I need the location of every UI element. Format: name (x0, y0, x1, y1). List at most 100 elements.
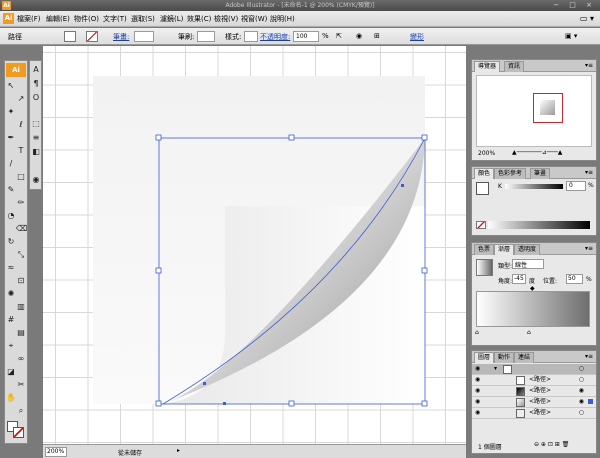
eye-icon[interactable]: ◉ (475, 364, 480, 374)
gradient-tool-icon[interactable]: ▤ (16, 328, 26, 338)
blob-brush-tool-icon[interactable]: ◔ (6, 211, 16, 221)
tab-transparency[interactable]: 透明度 (514, 244, 541, 255)
panel-menu-icon[interactable]: ▾≡ (585, 353, 593, 360)
stroke-link[interactable]: 筆畫: (113, 32, 129, 42)
selection-tool-icon[interactable]: ↖ (6, 81, 16, 91)
eyedropper-tool-icon[interactable]: ⌖ (6, 341, 16, 351)
graphic-style-icon[interactable]: ◉ (356, 32, 362, 40)
tab-layers[interactable]: 圖層 (474, 352, 495, 363)
eye-icon[interactable]: ◉ (475, 397, 480, 407)
menu-view[interactable]: 檢視(V) (214, 14, 238, 24)
pen-tool-icon[interactable]: ✒ (6, 133, 16, 143)
tab-navigator[interactable]: 導覽器 (474, 61, 501, 72)
list-item[interactable]: ◉ <路徑> ◉ (472, 386, 596, 397)
character-icon[interactable]: A (31, 65, 41, 75)
eye-icon[interactable]: ◉ (475, 375, 480, 385)
live-paint-tool-icon[interactable]: ◪ (6, 367, 16, 377)
list-item[interactable]: ◉ <路徑> ○ (472, 408, 596, 419)
tab-color[interactable]: 顏色 (474, 168, 495, 179)
stroke-swatch[interactable] (86, 31, 98, 42)
target-icon[interactable]: ○ (579, 375, 584, 385)
opacity-link[interactable]: 不透明度: (260, 32, 290, 42)
gradient-type-select[interactable]: 線性 (512, 259, 544, 269)
opacity-field[interactable]: 100 (293, 31, 319, 42)
tab-info[interactable]: 資訊 (504, 61, 525, 72)
zoom-field[interactable]: 200% (45, 447, 67, 457)
menu-window[interactable]: 視窗(W) (241, 14, 267, 24)
brush-picker[interactable] (197, 31, 215, 42)
eraser-tool-icon[interactable]: ⌫ (16, 224, 27, 234)
free-transform-tool-icon[interactable]: ⊡ (16, 276, 26, 286)
panel-menu-icon[interactable]: ▣ ▾ (565, 32, 577, 40)
status-arrow-icon[interactable]: ▸ (177, 447, 180, 454)
gradient-preview[interactable] (476, 259, 493, 276)
zoom-tool-icon[interactable]: ⌕ (16, 406, 26, 416)
workspace-icon[interactable]: ▭ ▾ (580, 14, 594, 23)
blend-tool-icon[interactable]: ∞ (16, 354, 26, 364)
layer-row[interactable]: ◉ ▾ ○ (472, 364, 596, 375)
paintbrush-tool-icon[interactable]: ✎ (6, 185, 16, 195)
expand-icon[interactable]: ▾ (494, 364, 497, 374)
tab-color-guide[interactable]: 色彩參考 (494, 168, 527, 179)
menu-file[interactable]: 檔案(F) (17, 14, 41, 24)
opentype-icon[interactable]: O (31, 93, 41, 103)
warp-tool-icon[interactable]: ≈ (6, 263, 16, 273)
menu-select[interactable]: 選取(S) (131, 14, 155, 24)
recolor-icon[interactable]: ⇱ (336, 32, 342, 40)
midpoint-marker[interactable]: ◆ (530, 285, 535, 292)
menu-type[interactable]: 文字(T) (103, 14, 127, 24)
position-field[interactable]: 50 (566, 274, 583, 284)
scissors-tool-icon[interactable]: ✂ (16, 380, 26, 390)
eye-icon[interactable]: ◉ (475, 386, 480, 396)
panel-menu-icon[interactable]: ▾≡ (585, 245, 593, 252)
tab-stroke[interactable]: 筆畫 (530, 168, 551, 179)
tab-links[interactable]: 連結 (514, 352, 535, 363)
lasso-tool-icon[interactable]: ℓ (16, 120, 26, 130)
paragraph-icon[interactable]: ¶ (31, 79, 41, 89)
menu-effect[interactable]: 效果(C) (187, 14, 211, 24)
navigator-zoom[interactable]: 200% (478, 150, 495, 157)
tab-actions[interactable]: 動作 (494, 352, 515, 363)
stroke-color-icon[interactable] (13, 427, 24, 438)
gradient-slider[interactable] (476, 291, 590, 327)
color-ramp[interactable] (488, 221, 590, 229)
line-tool-icon[interactable]: / (6, 159, 16, 169)
stroke-weight-field[interactable] (134, 31, 154, 42)
menu-help[interactable]: 說明(H) (270, 14, 295, 24)
pencil-tool-icon[interactable]: ✏ (16, 198, 26, 208)
magic-wand-tool-icon[interactable]: ✦ (6, 107, 16, 117)
symbol-sprayer-tool-icon[interactable]: ✺ (6, 289, 16, 299)
angle-field[interactable]: -45 (512, 274, 526, 284)
menu-object[interactable]: 物件(O) (74, 14, 99, 24)
eye-icon[interactable]: ◉ (475, 408, 480, 418)
hand-tool-icon[interactable]: ✋ (6, 393, 16, 403)
graph-tool-icon[interactable]: ▥ (16, 302, 26, 312)
target-icon[interactable]: ◉ (579, 397, 584, 407)
panel-menu-icon[interactable]: ▾≡ (585, 62, 593, 69)
type-tool-icon[interactable]: T (16, 146, 26, 156)
list-item[interactable]: ◉ <路徑> ○ (472, 375, 596, 386)
target-icon[interactable]: ◉ (579, 386, 584, 396)
k-value[interactable]: 0 (566, 181, 586, 191)
fill-swatch[interactable] (64, 31, 76, 42)
fill-indicator[interactable] (476, 182, 489, 195)
k-slider[interactable] (505, 184, 563, 189)
style-picker[interactable] (244, 31, 258, 42)
zoom-slider[interactable]: ▲───────⊿───▲ (512, 149, 562, 156)
layer-actions[interactable]: ⊖ ⊕ ⊡ ⊞ 🗑 (534, 441, 569, 448)
transform-link[interactable]: 變形 (410, 32, 424, 42)
list-item[interactable]: ◉ <路徑> ◉ (472, 397, 596, 408)
rectangle-tool-icon[interactable]: □ (16, 172, 26, 182)
artboard-canvas[interactable] (43, 46, 466, 444)
target-icon[interactable]: ○ (579, 408, 584, 418)
direct-selection-tool-icon[interactable]: ↗ (16, 94, 26, 104)
window-controls[interactable]: − □ × (553, 0, 596, 11)
panel-menu-icon[interactable]: ▾≡ (585, 169, 593, 176)
middle-stop[interactable]: ⌂ (527, 329, 531, 336)
menu-filter[interactable]: 濾鏡(L) (160, 14, 183, 24)
appearance-icon[interactable]: ◉ (31, 175, 41, 185)
mesh-tool-icon[interactable]: # (6, 315, 16, 325)
align-icon[interactable]: ⊞ (374, 32, 380, 40)
target-icon[interactable]: ○ (579, 364, 584, 374)
none-swatch[interactable] (476, 221, 486, 229)
